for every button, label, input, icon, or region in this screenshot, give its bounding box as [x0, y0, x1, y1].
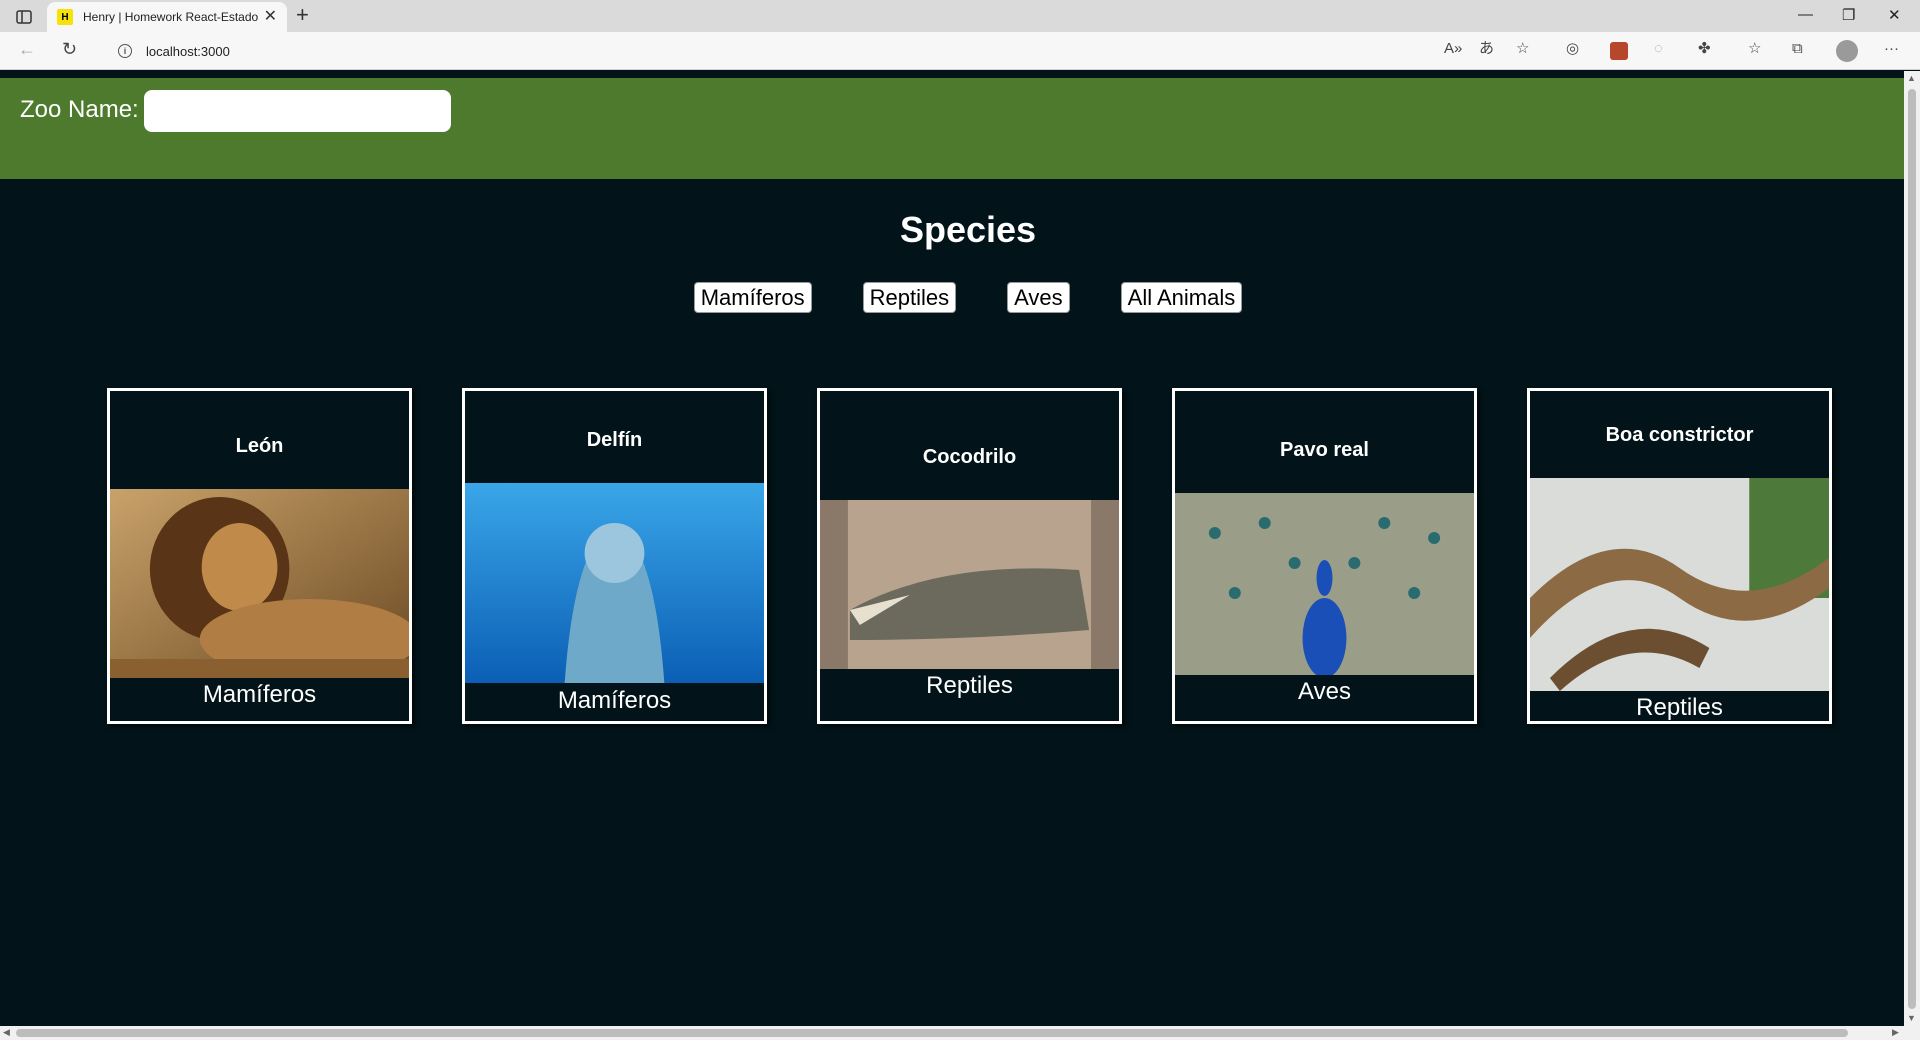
close-icon[interactable]: ✕ [264, 9, 277, 25]
animal-card: Pavo real Aves [1172, 388, 1477, 724]
animal-name: Pavo real [1280, 439, 1369, 461]
animal-species: Mamíferos [557, 687, 672, 714]
horizontal-scrollbar[interactable]: ◀ ▶ [0, 1026, 1920, 1040]
add-favorite-icon[interactable]: ☆ [1516, 41, 1529, 56]
extensions-icon[interactable]: ✤ [1698, 41, 1711, 56]
horizontal-scroll-thumb[interactable] [16, 1029, 1848, 1037]
boa-image [1530, 478, 1829, 691]
favorites-icon[interactable]: ☆ [1748, 41, 1761, 56]
window-close-icon[interactable]: ✕ [1888, 6, 1901, 24]
new-tab-icon[interactable]: + [296, 4, 309, 26]
species-title: Species [899, 209, 1037, 250]
crocodile-image [820, 500, 1119, 669]
browser-toolbar: ← ↻ i localhost:3000 A» あ ☆ ◎ ◌ ✤ ☆ ⧉ ··… [0, 32, 1920, 70]
more-icon[interactable]: ··· [1884, 41, 1899, 56]
scroll-down-icon[interactable]: ▼ [1907, 1013, 1916, 1023]
restore-icon[interactable]: ❐ [1842, 6, 1855, 24]
sidebar-icon[interactable] [10, 6, 38, 28]
back-icon[interactable]: ← [18, 40, 36, 58]
animal-species: Reptiles [926, 672, 1013, 699]
filter-mamiferos-button[interactable]: Mamíferos [693, 282, 812, 313]
dolphin-image [465, 483, 764, 683]
address-bar[interactable]: i localhost:3000 [106, 36, 1546, 66]
filter-all-animals-button[interactable]: All Animals [1120, 282, 1243, 313]
filter-aves-button[interactable]: Aves [1007, 282, 1070, 313]
animal-card: Delfín Mamíferos [462, 388, 767, 724]
zoo-name-label: Zoo Name: [20, 96, 139, 123]
species-filters: Mamíferos Reptiles Aves All Animals [0, 282, 1904, 313]
animal-name: Cocodrilo [922, 446, 1017, 468]
tab-bar: H Henry | Homework React-Estado ✕ + — ❐ … [0, 0, 1920, 32]
animal-name: Delfín [586, 429, 643, 451]
tab-title: Henry | Homework React-Estado [83, 10, 258, 24]
url-text: localhost:3000 [146, 43, 230, 59]
vertical-scroll-thumb[interactable] [1908, 89, 1916, 1009]
minimize-icon[interactable]: — [1798, 6, 1813, 23]
scroll-left-icon[interactable]: ◀ [3, 1027, 10, 1038]
animal-name: León [235, 435, 284, 457]
collections-icon[interactable]: ⧉ [1792, 41, 1803, 56]
extension-icon[interactable]: ◌ [1654, 41, 1663, 56]
lion-image [110, 489, 409, 678]
top-strip [0, 71, 1904, 78]
animal-species: Reptiles [1636, 694, 1723, 721]
animal-card: León Mamíferos [107, 388, 412, 724]
translate-icon[interactable]: あ [1479, 41, 1494, 56]
animal-cards: León Mamíferos Delfín Mamíferos Cocodril… [107, 388, 1832, 724]
zoo-name-input[interactable] [144, 90, 451, 132]
animal-species: Mamíferos [202, 681, 317, 708]
profile-icon[interactable] [1836, 40, 1858, 62]
animal-card: Boa constrictor Reptiles [1527, 388, 1832, 724]
peacock-image [1175, 493, 1474, 675]
animal-species: Aves [1298, 678, 1351, 705]
page: Zoo Name: Species Mamíferos Reptiles Ave… [0, 71, 1904, 1026]
browser-tab[interactable]: H Henry | Homework React-Estado ✕ [47, 2, 287, 32]
refresh-icon[interactable]: ↻ [62, 40, 77, 58]
zoo-header: Zoo Name: [0, 78, 1904, 179]
tracking-icon[interactable]: ◎ [1566, 41, 1579, 56]
vertical-scrollbar[interactable]: ▲ ▼ [1904, 71, 1920, 1026]
extension-icon[interactable] [1610, 42, 1628, 60]
henry-favicon-icon: H [57, 9, 73, 25]
read-aloud-icon[interactable]: A» [1444, 41, 1462, 56]
filter-reptiles-button[interactable]: Reptiles [862, 282, 957, 313]
animal-name: Boa constrictor [1605, 424, 1754, 446]
info-icon[interactable]: i [118, 44, 132, 58]
scroll-right-icon[interactable]: ▶ [1892, 1027, 1899, 1038]
animal-card: Cocodrilo Reptiles [817, 388, 1122, 724]
scroll-up-icon[interactable]: ▲ [1907, 73, 1916, 83]
